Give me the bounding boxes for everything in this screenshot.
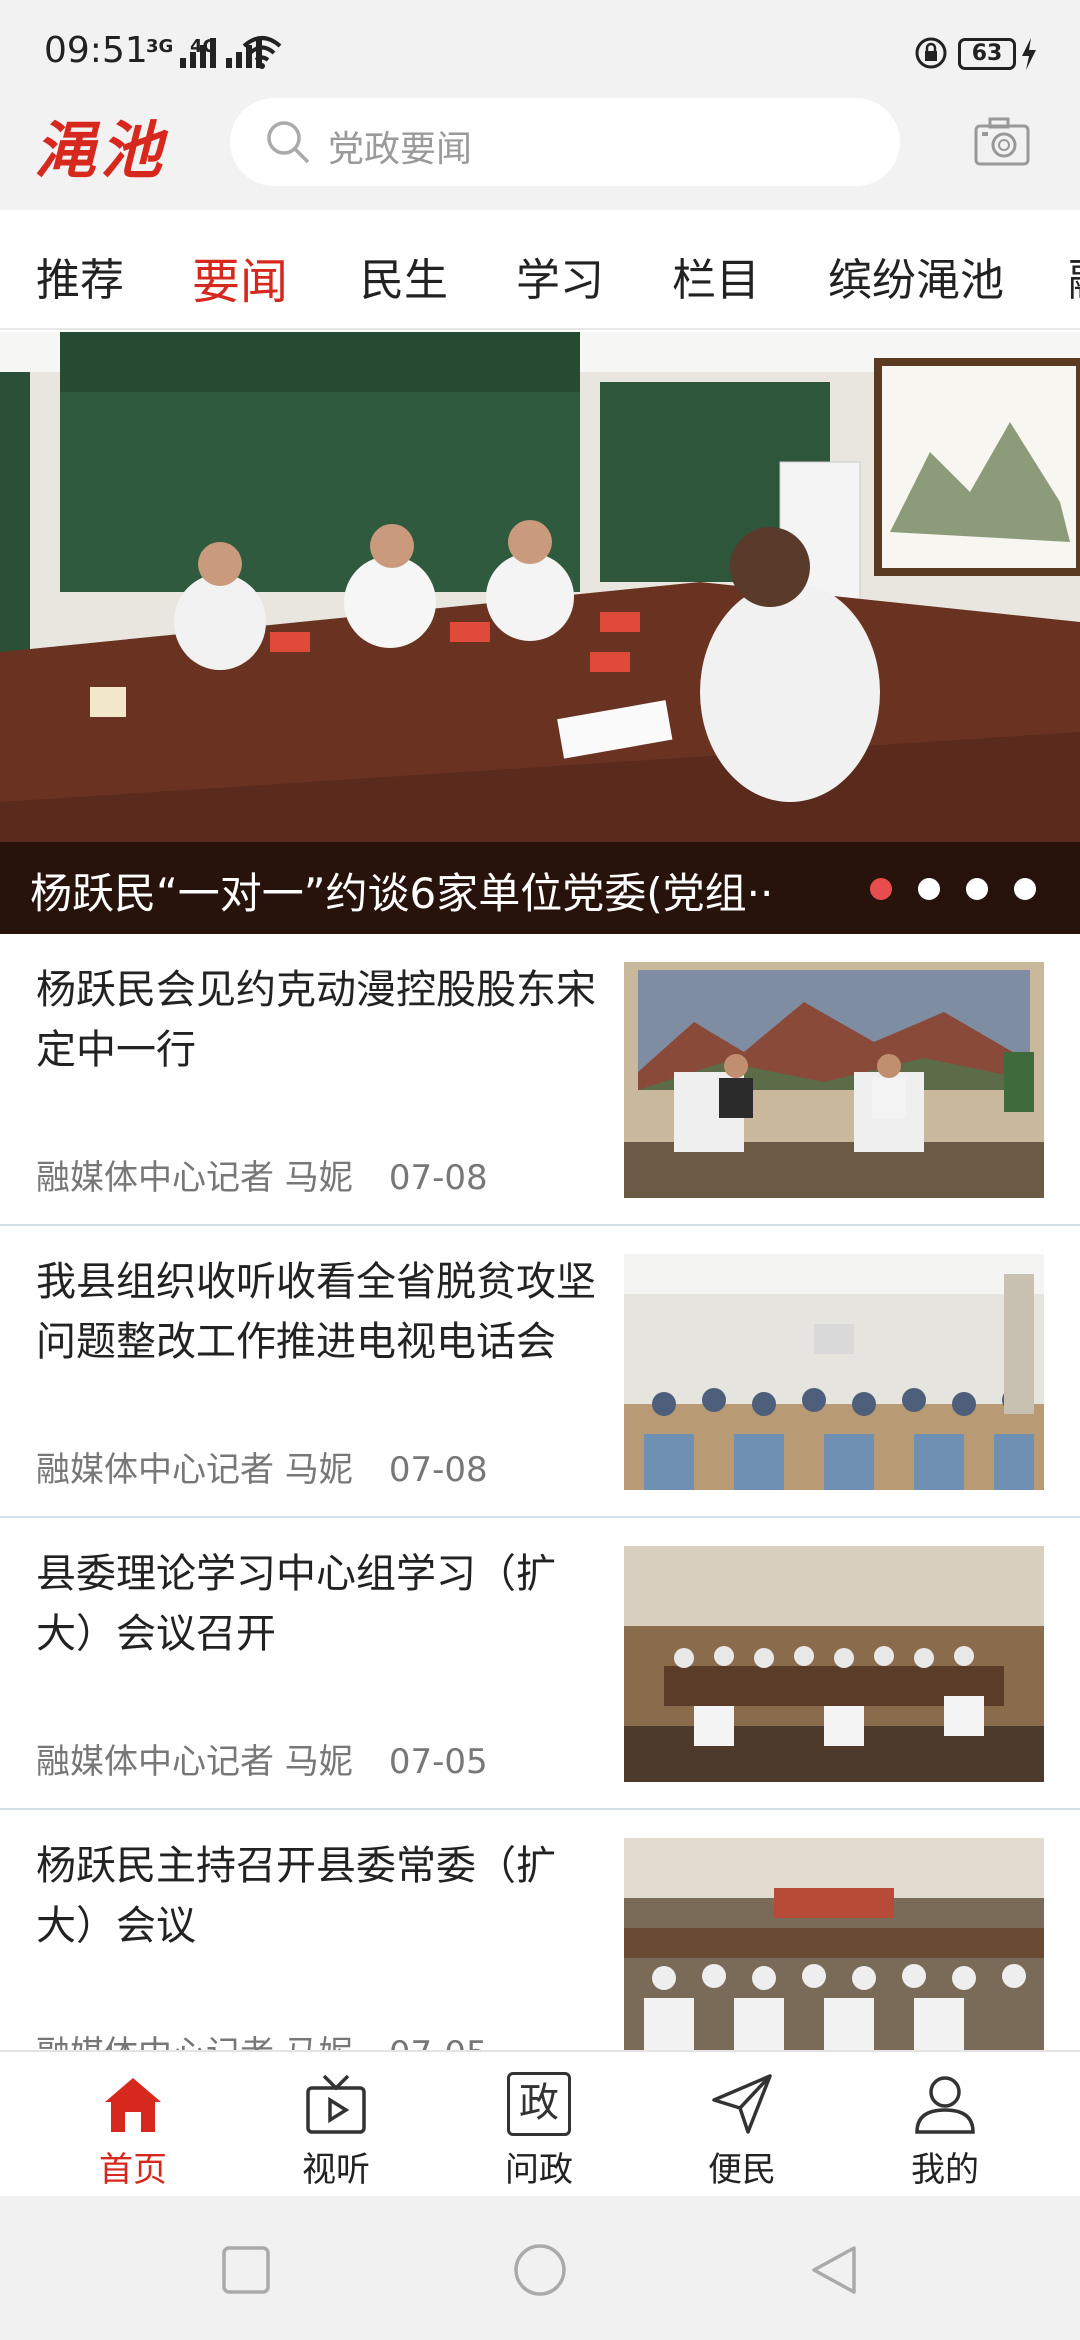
tv-icon xyxy=(306,2074,366,2134)
news-author: 融媒体中心记者 马妮 xyxy=(36,1158,353,1198)
tab-yaowen[interactable]: 要闻 xyxy=(192,242,288,312)
tab-binfen-mianchi[interactable]: 缤纷渑池 xyxy=(828,244,1004,308)
news-thumbnail xyxy=(624,1838,1044,2050)
news-author: 融媒体中心记者 马妮 xyxy=(36,2034,353,2050)
home-circle-icon[interactable] xyxy=(512,2242,568,2298)
nav-bianmin[interactable]: 便民 xyxy=(677,2066,807,2194)
tab-minsheng[interactable]: 民生 xyxy=(360,244,448,308)
carousel-dot-3[interactable] xyxy=(966,878,988,900)
news-meta: 融媒体中心记者 马妮 07-05 xyxy=(36,1734,488,1783)
carousel-dot-4[interactable] xyxy=(1014,878,1036,900)
home-icon xyxy=(105,2078,161,2132)
recent-apps-icon[interactable] xyxy=(218,2242,274,2298)
signal-type-2: 4G xyxy=(190,36,218,57)
send-icon xyxy=(712,2074,772,2134)
wifi-icon xyxy=(242,36,282,69)
news-title: 杨跃民会见约克动漫控股股东宋定中一行 xyxy=(36,967,596,1073)
nav-mine[interactable]: 我的 xyxy=(880,2066,1010,2194)
news-title: 县委理论学习中心组学习（扩大）会议召开 xyxy=(36,1551,556,1657)
nav-video[interactable]: 视听 xyxy=(271,2066,401,2194)
banner-carousel[interactable]: 杨跃民“一对一”约谈6家单位党委(党组·· xyxy=(0,332,1080,934)
news-meta: 融媒体中心记者 马妮 07-05 xyxy=(36,2026,488,2050)
nav-home[interactable]: 首页 xyxy=(68,2066,198,2194)
nav-wenzheng[interactable]: 政 问政 xyxy=(474,2066,604,2194)
search-placeholder: 党政要闻 xyxy=(328,129,473,170)
news-meta: 融媒体中心记者 马妮 07-08 xyxy=(36,1442,488,1491)
banner-caption-bar: 杨跃民“一对一”约谈6家单位党委(党组·· xyxy=(0,842,1080,934)
news-title: 我县组织收听收看全省脱贫攻坚问题整改工作推进电视电话会 xyxy=(36,1259,596,1365)
tab-xuexi[interactable]: 学习 xyxy=(516,244,604,308)
carousel-dot-1[interactable] xyxy=(870,878,892,900)
battery-indicator: 63 xyxy=(958,38,1016,70)
camera-icon[interactable] xyxy=(974,116,1030,166)
search-bar[interactable]: 党政要闻 xyxy=(230,98,900,186)
news-item[interactable]: 杨跃民主持召开县委常委（扩大）会议 融媒体中心记者 马妮 07-05 xyxy=(0,1810,1080,2050)
zheng-icon: 政 xyxy=(507,2072,571,2136)
news-date: 07-05 xyxy=(389,2034,488,2050)
carousel-dot-2[interactable] xyxy=(918,878,940,900)
tab-lanmu[interactable]: 栏目 xyxy=(672,244,760,308)
news-date: 07-05 xyxy=(388,1742,488,1782)
search-icon xyxy=(267,121,310,164)
status-time: 09:51 xyxy=(44,30,148,71)
tab-rong[interactable]: 融 xyxy=(1068,244,1080,308)
charging-icon xyxy=(1022,38,1036,70)
user-icon xyxy=(915,2076,975,2134)
news-thumbnail xyxy=(624,962,1044,1198)
nav-video-label: 视听 xyxy=(302,2150,370,2190)
nav-home-label: 首页 xyxy=(99,2150,167,2190)
nav-wenzheng-label: 问政 xyxy=(505,2150,573,2190)
app-logo[interactable]: 渑池 xyxy=(34,100,166,190)
news-author: 融媒体中心记者 马妮 xyxy=(36,1742,353,1782)
status-bar: 09:51 3G 4G 63 xyxy=(0,0,1080,100)
news-author: 融媒体中心记者 马妮 xyxy=(36,1450,353,1490)
signal-type-1: 3G xyxy=(146,36,174,57)
nav-mine-label: 我的 xyxy=(911,2150,979,2190)
nav-bianmin-label: 便民 xyxy=(708,2150,776,2190)
news-date: 07-08 xyxy=(388,1450,488,1490)
bottom-navigation: 首页 视听 政 问政 便民 我的 xyxy=(0,2050,1080,2196)
category-tabs: 推荐 要闻 民生 学习 栏目 缤纷渑池 融 xyxy=(0,210,1080,330)
tab-tuijian[interactable]: 推荐 xyxy=(36,244,124,308)
news-date: 07-08 xyxy=(388,1158,488,1198)
news-thumbnail xyxy=(624,1546,1044,1782)
news-thumbnail xyxy=(624,1254,1044,1490)
news-meta: 融媒体中心记者 马妮 07-08 xyxy=(36,1150,488,1199)
banner-title: 杨跃民“一对一”约谈6家单位党委(党组·· xyxy=(30,869,774,918)
back-icon[interactable] xyxy=(806,2242,862,2298)
system-navigation-bar xyxy=(0,2196,1080,2340)
news-item[interactable]: 杨跃民会见约克动漫控股股东宋定中一行 融媒体中心记者 马妮 07-08 xyxy=(0,934,1080,1226)
news-item[interactable]: 我县组织收听收看全省脱贫攻坚问题整改工作推进电视电话会 融媒体中心记者 马妮 07… xyxy=(0,1226,1080,1518)
news-title: 杨跃民主持召开县委常委（扩大）会议 xyxy=(36,1843,556,1949)
lock-rotation-icon xyxy=(915,37,947,69)
news-item[interactable]: 县委理论学习中心组学习（扩大）会议召开 融媒体中心记者 马妮 07-05 xyxy=(0,1518,1080,1810)
